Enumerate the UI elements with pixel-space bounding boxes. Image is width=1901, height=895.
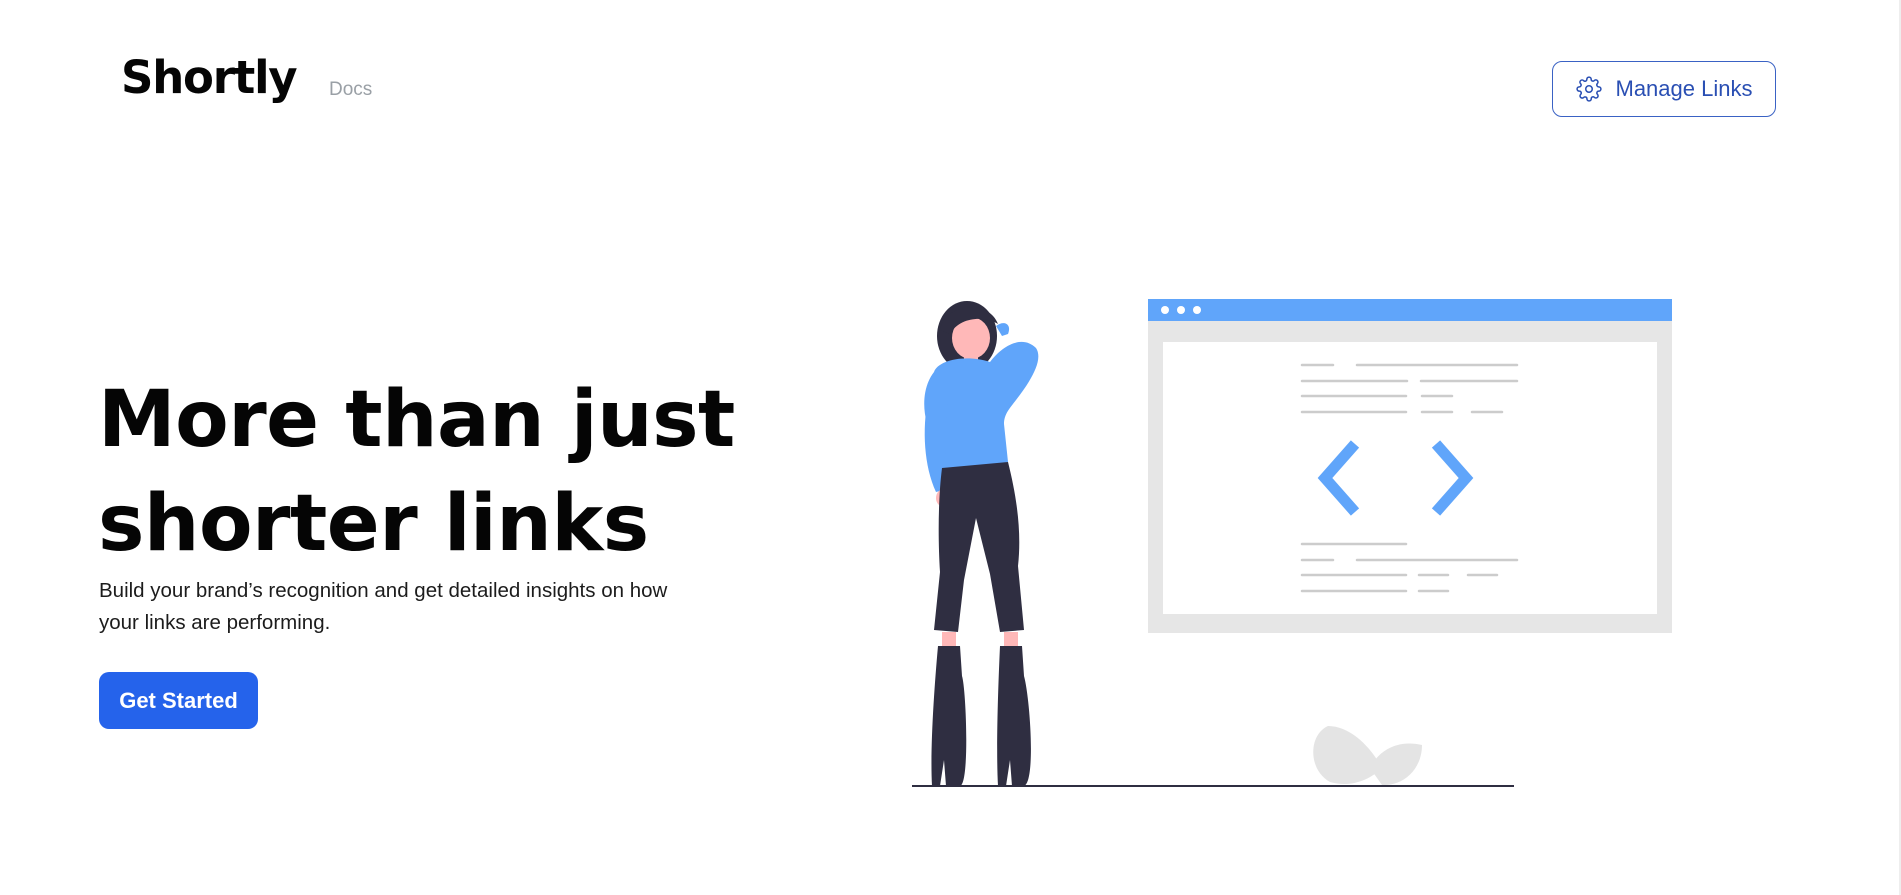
manage-links-button[interactable]: Manage Links xyxy=(1552,61,1776,117)
hero-illustration xyxy=(912,299,1672,787)
manage-links-label: Manage Links xyxy=(1615,76,1753,101)
get-started-button[interactable]: Get Started xyxy=(99,672,258,729)
hero-title: More than just shorter links xyxy=(98,375,735,569)
brand-logo[interactable]: Shortly xyxy=(121,55,298,100)
landing-page: Shortly Docs Manage Links More than just… xyxy=(0,0,1901,895)
nav-docs-link[interactable]: Docs xyxy=(329,80,372,99)
gear-icon xyxy=(1575,76,1602,102)
woman-figure-illustration xyxy=(924,301,1039,786)
hero-subtitle: Build your brand’s recognition and get d… xyxy=(99,579,668,634)
plant-illustration xyxy=(1313,726,1422,786)
browser-window-illustration xyxy=(1148,299,1672,633)
